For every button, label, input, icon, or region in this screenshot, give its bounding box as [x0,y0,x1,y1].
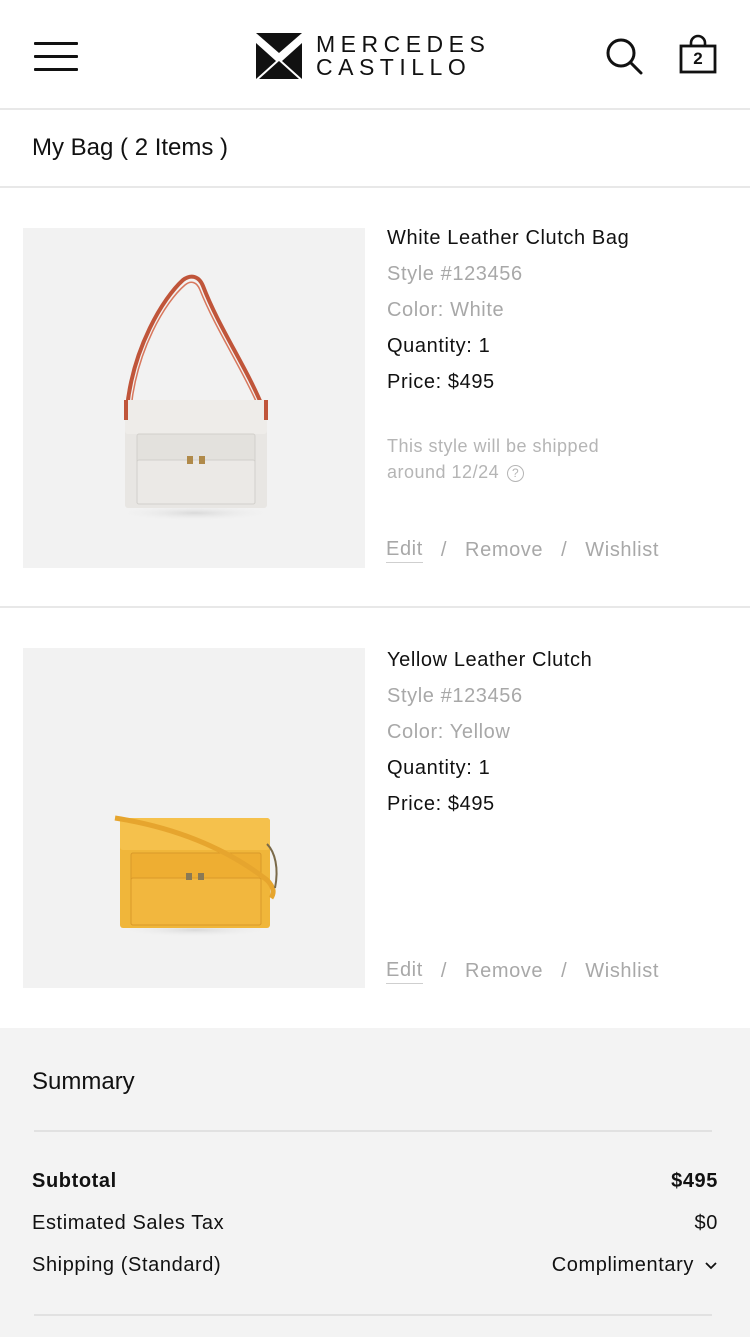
shipping-note-line-2: around 12/24? [387,459,599,485]
shipping-note: This style will be shipped around 12/24? [387,433,599,485]
action-separator: / [440,960,448,982]
subtotal-label: Subtotal [32,1170,117,1192]
product-image[interactable] [23,228,365,568]
hamburger-menu-icon[interactable] [34,40,78,74]
product-style: Style #123456 [387,263,523,285]
remove-link[interactable]: Remove [465,539,543,562]
product-name[interactable]: Yellow Leather Clutch [387,642,727,678]
cart-item: Yellow Leather Clutch Style #123456 Colo… [0,608,750,1028]
action-separator: / [561,960,568,982]
wishlist-link[interactable]: Wishlist [585,960,659,983]
product-price: Price: $495 [387,793,495,815]
shopping-bag-icon[interactable]: 2 [678,34,718,76]
summary-divider [34,1314,712,1316]
product-image[interactable] [23,648,365,988]
product-quantity: Quantity: 1 [387,335,491,357]
action-separator: / [440,539,448,561]
shipping-note-date: around 12/24 [387,462,500,482]
question-circle-icon[interactable]: ? [507,465,525,482]
bag-count-badge: 2 [693,49,703,68]
edit-link[interactable]: Edit [386,959,423,984]
product-color: Color: White [387,299,505,321]
product-details: White Leather Clutch Bag Style #123456 C… [387,220,727,400]
action-separator: / [561,539,568,561]
tax-value: $0 [694,1212,718,1234]
item-actions: Edit / Remove / Wishlist [386,959,659,984]
summary-title: Summary [32,1068,135,1095]
shipping-row: Shipping (Standard) Complimentary [32,1254,718,1277]
white-handbag-image [115,274,275,521]
product-color: Color: Yellow [387,721,511,743]
chevron-down-icon [705,1261,717,1269]
product-price: Price: $495 [387,371,495,393]
shipping-value: Complimentary [551,1254,694,1276]
tax-row: Estimated Sales Tax $0 [32,1212,718,1235]
product-quantity: Quantity: 1 [387,757,491,779]
logo-line-2: CASTILLO [316,54,472,80]
product-name[interactable]: White Leather Clutch Bag [387,220,727,256]
cart-item: White Leather Clutch Bag Style #123456 C… [0,188,750,606]
summary-divider [34,1130,712,1132]
subtotal-row: Subtotal $495 [32,1170,718,1193]
remove-link[interactable]: Remove [465,960,543,983]
subtotal-value: $495 [671,1170,718,1192]
shipping-label: Shipping (Standard) [32,1254,222,1276]
logo-mark-icon [256,33,302,79]
shipping-method-select[interactable]: Complimentary [552,1254,718,1277]
yellow-handbag-image [114,815,278,937]
item-actions: Edit / Remove / Wishlist [386,538,659,563]
top-header: MERCEDES CASTILLO 2 [0,0,750,110]
logo-line-1: MERCEDES [316,31,491,57]
tax-label: Estimated Sales Tax [32,1212,225,1234]
brand-logo[interactable]: MERCEDES CASTILLO [256,32,490,80]
wishlist-link[interactable]: Wishlist [585,539,659,562]
order-summary: Summary Subtotal $495 Estimated Sales Ta… [0,1028,750,1337]
logo-wordmark: MERCEDES CASTILLO [316,33,490,79]
shipping-note-line-1: This style will be shipped [387,436,600,456]
edit-link[interactable]: Edit [386,538,423,563]
product-style: Style #123456 [387,685,523,707]
search-icon[interactable] [604,36,644,76]
product-details: Yellow Leather Clutch Style #123456 Colo… [387,642,727,822]
page-title: My Bag ( 2 Items ) [32,134,229,161]
bag-title-bar: My Bag ( 2 Items ) [0,110,750,188]
